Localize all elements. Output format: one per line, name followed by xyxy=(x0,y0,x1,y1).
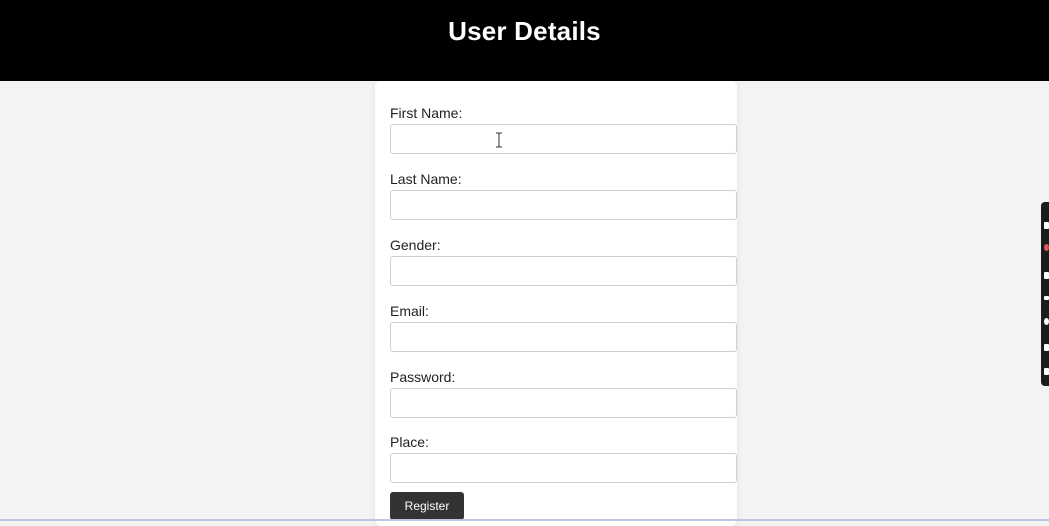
last-name-label: Last Name: xyxy=(390,171,462,187)
side-toolbar[interactable] xyxy=(1041,202,1049,386)
password-label: Password: xyxy=(390,369,456,385)
toolbar-item-icon[interactable] xyxy=(1044,368,1049,375)
last-name-input[interactable] xyxy=(390,190,737,220)
first-name-input[interactable] xyxy=(390,124,737,154)
record-icon[interactable] xyxy=(1044,244,1049,251)
gender-input[interactable] xyxy=(390,256,737,286)
first-name-label: First Name: xyxy=(390,105,463,121)
toolbar-item-icon[interactable] xyxy=(1044,344,1049,351)
register-button[interactable]: Register xyxy=(390,492,464,520)
gender-label: Gender: xyxy=(390,237,441,253)
user-details-form: First Name: Last Name: Gender: Email: Pa… xyxy=(375,81,737,526)
settings-icon[interactable] xyxy=(1044,318,1049,325)
place-label: Place: xyxy=(390,434,429,450)
page-title: User Details xyxy=(448,16,601,46)
email-input[interactable] xyxy=(390,322,737,352)
page-header: User Details xyxy=(0,0,1049,81)
password-input[interactable] xyxy=(390,388,737,418)
toolbar-item-icon[interactable] xyxy=(1044,296,1049,300)
toolbar-item-icon[interactable] xyxy=(1044,222,1049,229)
toolbar-item-icon[interactable] xyxy=(1044,272,1049,279)
email-label: Email: xyxy=(390,303,429,319)
place-input[interactable] xyxy=(390,453,737,483)
